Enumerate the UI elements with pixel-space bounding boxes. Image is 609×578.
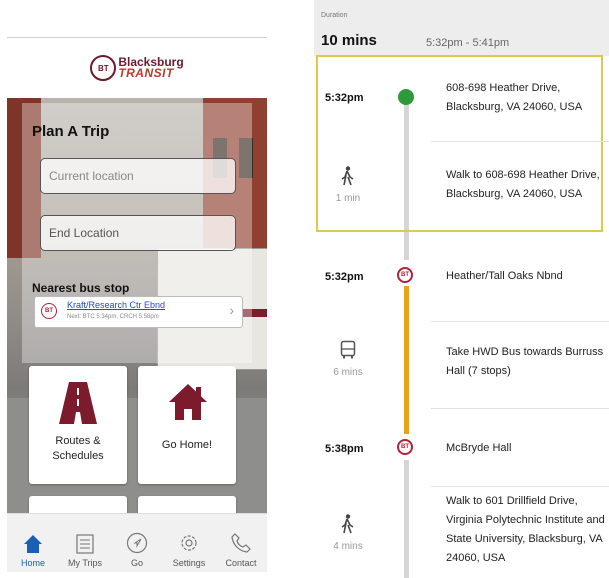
step-description[interactable]: McBryde Hall [446, 439, 606, 458]
routes-schedules-tile[interactable]: Routes & Schedules [29, 366, 127, 484]
bus-stop-icon: BT [397, 439, 413, 455]
time-range: 5:32pm - 5:41pm [426, 37, 510, 49]
step-description[interactable]: 608-698 Heather Drive, Blacksburg, VA 24… [446, 79, 606, 117]
plan-trip-title: Plan A Trip [32, 123, 110, 140]
step-time: 5:38pm [325, 443, 364, 455]
bus-duration: 6 mins [333, 367, 363, 378]
navigate-icon [126, 532, 148, 554]
bt-badge-icon: BT [90, 55, 117, 81]
more-tile-right[interactable] [138, 496, 236, 513]
step-time: 5:32pm [325, 271, 364, 283]
logo-line2: TRANSIT [118, 66, 174, 80]
walk-step-icon: 4 mins [322, 514, 374, 552]
nearest-stop-heading: Nearest bus stop [32, 281, 130, 295]
walk-duration: 4 mins [333, 541, 363, 552]
road-icon [59, 382, 97, 424]
blacksburg-transit-logo: BT Blacksburg TRANSIT [90, 55, 184, 81]
step-description[interactable]: Walk to 608-698 Heather Drive, Blacksbur… [446, 166, 606, 204]
current-location-input[interactable]: Current location [40, 158, 236, 194]
routes-label-line2: Schedules [52, 450, 104, 462]
tab-label-go: Go [130, 558, 143, 568]
duration-value: 10 mins [321, 32, 377, 49]
tab-label-settings: Settings [172, 558, 206, 568]
trip-summary-header: Duration 10 mins 5:32pm - 5:41pm [314, 0, 609, 56]
bus-stop-icon: BT [397, 267, 413, 283]
trip-detail-panel: Duration 10 mins 5:32pm - 5:41pm 5:32pm … [314, 0, 609, 578]
gear-icon [181, 535, 197, 551]
step-description[interactable]: Heather/Tall Oaks Nbnd [446, 267, 606, 286]
step-description[interactable]: Take HWD Bus towards Burruss Hall (7 sto… [446, 343, 606, 381]
step-description[interactable]: Walk to 601 Drillfield Drive, Virginia P… [446, 492, 606, 568]
walk-connector-end [404, 460, 409, 578]
nearest-stop-card[interactable]: BT Kraft/Research Ctr Ebnd Next: BTC 5:3… [34, 296, 243, 328]
walk-duration: 1 min [335, 193, 361, 204]
bus-stop-icon: BT [41, 303, 57, 319]
bottom-tab-bar: Home My Trips Go Settings Contact [7, 513, 267, 572]
tab-label-my-trips: My Trips [67, 558, 102, 568]
more-tile-left[interactable] [29, 496, 127, 513]
house-icon [169, 384, 207, 420]
walk-step-icon: 1 min [322, 166, 374, 204]
tab-label-contact: Contact [225, 558, 257, 568]
step-time: 5:32pm [325, 92, 364, 104]
home-icon [24, 535, 42, 553]
next-departures: Next: BTC 5:34pm, CRCH 5:58pm [67, 314, 159, 320]
list-icon [76, 534, 94, 554]
tab-label-home: Home [20, 558, 45, 568]
tab-settings[interactable]: Settings [163, 514, 215, 572]
chevron-right-icon: › [229, 302, 234, 318]
tab-home[interactable]: Home [7, 514, 59, 572]
tab-my-trips[interactable]: My Trips [59, 514, 111, 572]
go-home-tile[interactable]: Go Home! [138, 366, 236, 484]
tab-contact[interactable]: Contact [215, 514, 267, 572]
origin-dot-icon [398, 89, 414, 105]
end-location-input[interactable]: End Location [40, 215, 236, 251]
duration-label: Duration [321, 12, 348, 19]
mobile-app-screen: BT Blacksburg TRANSIT Plan A Trip Curren… [7, 37, 267, 572]
header-logo-bar: BT Blacksburg TRANSIT [7, 38, 267, 98]
bus-step-icon: 6 mins [322, 340, 374, 378]
stop-name-link[interactable]: Kraft/Research Ctr Ebnd [67, 300, 165, 310]
tab-go[interactable]: Go [111, 514, 163, 572]
walking-person-icon [341, 166, 354, 186]
bus-icon [340, 340, 356, 359]
hero-background: Plan A Trip Current location End Locatio… [7, 98, 267, 513]
bus-route-connector [404, 286, 409, 434]
walking-person-icon [341, 514, 354, 534]
phone-icon [231, 533, 251, 553]
routes-label-line1: Routes & [55, 435, 101, 447]
go-home-label: Go Home! [161, 439, 213, 451]
